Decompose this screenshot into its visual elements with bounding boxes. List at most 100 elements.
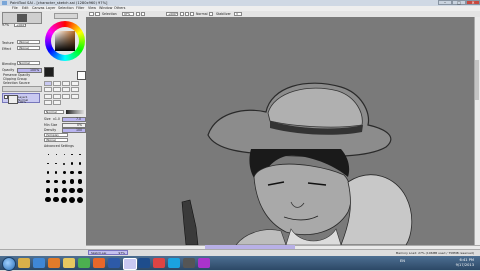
size-slider[interactable] — [62, 117, 86, 122]
color-square[interactable] — [55, 31, 75, 51]
clock[interactable]: 6:41 PM 9/17/2013 — [456, 258, 474, 267]
navigator-angle[interactable]: +000° — [14, 23, 26, 27]
deselect-button[interactable] — [89, 12, 94, 16]
tool-brush[interactable] — [62, 94, 70, 99]
brush-size-preset[interactable] — [68, 178, 76, 187]
skype-icon[interactable] — [168, 258, 180, 268]
artwork-canvas[interactable] — [86, 17, 474, 245]
canvas-area[interactable] — [86, 17, 474, 245]
vertical-scroll-thumb[interactable] — [475, 60, 479, 100]
brush-size-preset[interactable] — [44, 196, 52, 205]
brush-size-preset[interactable] — [44, 169, 52, 178]
brush-size-preset[interactable] — [68, 160, 76, 169]
folder-icon[interactable] — [63, 258, 75, 268]
brush-size-preset[interactable] — [68, 151, 76, 160]
brush-shape-select[interactable]: (Simple) — [44, 133, 68, 137]
brush-size-preset[interactable] — [60, 169, 68, 178]
brush-size-preset[interactable] — [76, 160, 84, 169]
advanced-settings-toggle[interactable]: Advanced Settings — [44, 144, 74, 148]
brush-size-preset[interactable] — [60, 196, 68, 205]
zoom-in-button[interactable] — [141, 12, 145, 16]
brush-size-preset[interactable] — [52, 151, 60, 160]
blend-select[interactable]: Normal — [17, 61, 40, 65]
background-color-swatch[interactable] — [77, 71, 86, 80]
brush-size-preset[interactable] — [76, 178, 84, 187]
photoshop-icon[interactable] — [138, 258, 150, 268]
brush-size-preset[interactable] — [52, 169, 60, 178]
invert-selection-button[interactable] — [95, 12, 100, 16]
tool-pen[interactable] — [44, 94, 52, 99]
menu-layer[interactable]: Layer — [46, 6, 55, 10]
tool-wand[interactable] — [62, 81, 70, 86]
minimize-button[interactable]: – — [438, 0, 452, 5]
document-tab[interactable]: Sketch.sai 97% — [88, 250, 128, 255]
brush-size-preset[interactable] — [76, 151, 84, 160]
zoom-out-button[interactable] — [136, 12, 140, 16]
mode-dropdown[interactable] — [209, 12, 213, 16]
tool-dropper[interactable] — [71, 87, 79, 92]
effect-select[interactable]: (None) — [17, 46, 40, 50]
brush-size-preset[interactable] — [76, 196, 84, 205]
menu-selection[interactable]: Selection — [58, 6, 74, 10]
menu-file[interactable]: File — [12, 6, 18, 10]
menu-edit[interactable]: Edit — [22, 6, 29, 10]
brush-size-preset[interactable] — [68, 187, 76, 196]
brush-size-preset[interactable] — [52, 160, 60, 169]
tool-zoom[interactable] — [44, 87, 52, 92]
color-wheel[interactable] — [45, 21, 85, 61]
brush-size-preset[interactable] — [68, 196, 76, 205]
brush-size-preset[interactable] — [44, 178, 52, 187]
brush-size-preset[interactable] — [52, 178, 60, 187]
language-indicator[interactable]: EN — [400, 259, 405, 263]
music-icon[interactable] — [198, 258, 210, 268]
brush-size-preset[interactable] — [52, 187, 60, 196]
tool-rotate[interactable] — [53, 87, 61, 92]
flip-button[interactable] — [190, 12, 194, 16]
menu-canvas[interactable]: Canvas — [32, 6, 44, 10]
horizontal-scroll-thumb[interactable] — [205, 245, 295, 249]
paint-icon[interactable] — [153, 258, 165, 268]
menu-others[interactable]: Others — [114, 6, 125, 10]
rotate-select[interactable]: +000° — [166, 12, 178, 16]
foreground-color-swatch[interactable] — [44, 67, 54, 77]
tool-hand[interactable] — [62, 87, 70, 92]
tool-airbrush[interactable] — [53, 94, 61, 99]
zoom-select[interactable]: 97% — [122, 12, 134, 16]
sai-icon[interactable] — [123, 258, 137, 270]
texture-select[interactable]: (None) — [17, 40, 40, 44]
menu-view[interactable]: View — [88, 6, 96, 10]
rotate-right-button[interactable] — [185, 12, 189, 16]
layer-row[interactable]: Layer1 Normal 100% — [2, 93, 40, 104]
menu-window[interactable]: Window — [99, 6, 112, 10]
rotate-left-button[interactable] — [180, 12, 184, 16]
media-icon[interactable] — [48, 258, 60, 268]
color-mode-tabs[interactable] — [54, 13, 78, 19]
brush-size-preset[interactable] — [52, 196, 60, 205]
explorer-icon[interactable] — [18, 258, 30, 268]
start-button[interactable] — [2, 257, 16, 271]
selection-source-checkbox[interactable]: Selection Source — [3, 81, 30, 85]
brush-size-preset[interactable] — [76, 187, 84, 196]
brush-edge-selector[interactable] — [66, 110, 84, 114]
vertical-scrollbar[interactable] — [474, 17, 480, 245]
brush-texture-select[interactable]: (None) — [44, 138, 68, 142]
tool-move[interactable] — [71, 81, 79, 86]
steam-icon[interactable] — [183, 258, 195, 268]
stabilizer-select[interactable]: 3 — [234, 12, 242, 16]
word-icon[interactable] — [108, 258, 120, 268]
brush-size-preset[interactable] — [76, 169, 84, 178]
brush-size-preset[interactable] — [44, 151, 52, 160]
firefox-icon[interactable] — [93, 258, 105, 268]
tool-eraser[interactable] — [44, 100, 52, 105]
brush-size-preset[interactable] — [44, 160, 52, 169]
brush-size-preset[interactable] — [44, 187, 52, 196]
tool-water[interactable] — [71, 94, 79, 99]
ie-icon[interactable] — [33, 258, 45, 268]
tool-marker[interactable] — [53, 100, 61, 105]
close-button[interactable]: ✕ — [466, 0, 480, 5]
chrome-icon[interactable] — [78, 258, 90, 268]
brush-size-preset[interactable] — [68, 169, 76, 178]
tool-select[interactable] — [44, 81, 52, 86]
tool-lasso[interactable] — [53, 81, 61, 86]
maximize-button[interactable]: □ — [452, 0, 466, 5]
